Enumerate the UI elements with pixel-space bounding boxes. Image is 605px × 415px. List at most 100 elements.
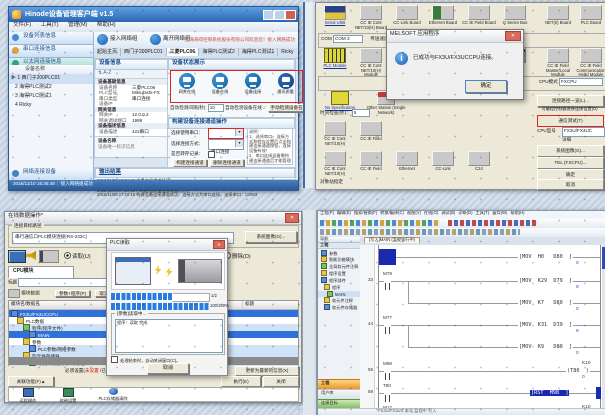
related-functions-button[interactable]: 关联功能(F)▲ xyxy=(8,376,54,387)
menu-help[interactable]: 帮助(H) xyxy=(97,22,116,28)
system-image-button[interactable]: 系统图像(G)... xyxy=(245,231,297,243)
menu-compile[interactable]: 转换/编译(C) xyxy=(380,211,404,215)
sidebar-group-devices[interactable]: 设备列表信息 xyxy=(9,32,93,45)
nav-item-program[interactable]: 程序 xyxy=(318,284,360,291)
coex-c24[interactable]: C24 xyxy=(462,151,496,172)
prop-row[interactable]: 设备描述422串口 xyxy=(95,129,168,135)
minimize-button[interactable] xyxy=(263,10,274,20)
plcif-ccie-cont-module[interactable]: CC IE Cont NET/10(H) Module xyxy=(354,48,388,78)
close-button[interactable]: 关闭 xyxy=(263,376,299,387)
nav-item-intelligent[interactable]: 智能功能模块 xyxy=(318,256,360,263)
contact-m77[interactable]: M77 xyxy=(384,322,391,340)
hinode-titlebar[interactable]: Hinode设备管理客户端 v1.5 xyxy=(9,7,298,22)
pcif-q-series-bus[interactable]: Q Series Bus xyxy=(498,5,532,26)
plc-memory-clear[interactable]: PLC存储器清除 xyxy=(93,388,133,402)
route-ccie-field[interactable]: CC IE Field xyxy=(354,121,388,142)
coex-cclink[interactable]: CC-Link xyxy=(426,151,460,172)
refresh-info-button[interactable]: 更新为最新的信息(X) xyxy=(235,366,299,376)
cancel-button[interactable]: 取消 xyxy=(147,363,189,374)
system-image-button[interactable]: 系统图像(G)... xyxy=(537,145,604,157)
join-network-button[interactable]: 接入网络组 xyxy=(110,36,138,43)
nav-item-comment[interactable]: 软元件注释 xyxy=(318,297,360,304)
dialog-ok-button[interactable]: 确定 xyxy=(465,80,507,93)
pcif-ccie-cont-board[interactable]: CC IE Cont NET/10(H) Board xyxy=(354,5,388,30)
close-icon[interactable]: ✕ xyxy=(285,213,299,223)
menu-edit[interactable]: 编辑(E) xyxy=(337,211,351,215)
read-status-list[interactable]: 程序：读取 完成 xyxy=(115,319,223,353)
build-channel-button[interactable]: 构建连接通道 xyxy=(173,159,207,167)
tab-cpu-module[interactable]: CPU模块 xyxy=(8,266,74,278)
menu-tool[interactable]: 工具(T) xyxy=(476,211,490,215)
pcif-serial-usb[interactable]: Serial USB xyxy=(318,5,352,26)
nav-item-global-comment[interactable]: 全局软元件注释 xyxy=(318,263,360,270)
maximize-button[interactable] xyxy=(274,10,285,20)
tab-mitsubishi-active[interactable]: 三菱PLC06 xyxy=(167,48,200,56)
leave-network-icon[interactable] xyxy=(150,34,161,45)
remote-operation[interactable]: 远程操作 xyxy=(13,388,43,404)
instruction-rst[interactable]: [RST M98 ] xyxy=(530,390,569,396)
menu-diagnostics[interactable]: 诊断(D) xyxy=(458,211,472,215)
dump-checkbox[interactable] xyxy=(208,151,215,158)
join-network-icon[interactable] xyxy=(97,34,108,45)
pcif-ethernet-board[interactable]: Ethernet Board xyxy=(426,5,460,26)
nav-tab-user-library[interactable]: 用户库 xyxy=(318,389,360,399)
menu-manage[interactable]: 管理(M) xyxy=(68,22,87,28)
ladder-editor[interactable]: [MOV H0 D80 ] 0 33 M79 [MOV K29 D79 ] 8 … xyxy=(360,245,605,409)
station-no-specification[interactable]: No Specification xyxy=(320,91,360,111)
instruction-mov-1[interactable]: [MOV H0 D80 ] xyxy=(518,254,573,260)
menu-window[interactable]: 窗口(W) xyxy=(492,211,507,215)
pcif-ccie-field-board[interactable]: CC IE Field Board xyxy=(462,5,496,26)
property-sort-icons[interactable]: ⇅ A-Z xyxy=(95,70,168,79)
contact-m79[interactable]: M79 xyxy=(384,278,391,296)
plc-read-titlebar[interactable]: PLC读取 ✕ xyxy=(107,239,227,251)
nav-item-pou[interactable]: 程序部件 xyxy=(318,277,360,284)
port-combobox[interactable]: COM3 ▾ xyxy=(208,128,244,139)
chevron-down-icon[interactable]: ▾ xyxy=(235,140,243,147)
melsoft-titlebar[interactable]: MELSOFT 应用程序 ✕ xyxy=(387,30,523,43)
plcif-ccie-field-head[interactable]: CC IE Field Communication Head Module xyxy=(574,48,605,78)
status-gateway-online[interactable]: 网关在线 xyxy=(171,73,203,95)
nav-item-main[interactable]: MAIN xyxy=(318,291,360,298)
tab-home[interactable]: 起始主页 xyxy=(94,48,121,56)
radio-read[interactable]: 读取(U) xyxy=(64,252,91,261)
cancel-button[interactable]: 取消 xyxy=(537,179,604,190)
nav-tab-project[interactable]: 工程 xyxy=(318,379,360,389)
close-button[interactable] xyxy=(285,10,296,20)
column-header[interactable]: 标题 xyxy=(243,301,298,309)
mode-combobox[interactable]: 串口连接 ▾ xyxy=(208,139,244,150)
nav-item-program-setting[interactable]: 程序设置 xyxy=(318,270,360,277)
coex-ccie-field[interactable]: CC IE Field xyxy=(354,151,388,172)
direct-connect-label[interactable]: 可编程控制器直接连接设置(D) xyxy=(537,107,602,112)
close-icon[interactable]: ✕ xyxy=(505,31,521,41)
pcif-plc-board[interactable]: PLC Board xyxy=(574,5,605,26)
menu-file[interactable]: 文件(F) xyxy=(13,22,31,28)
menu-project[interactable]: 工程(P) xyxy=(320,211,334,215)
close-icon[interactable]: ✕ xyxy=(213,240,225,249)
sidebar-group-serial[interactable]: 串口连接信息 xyxy=(9,45,93,58)
ladder-cursor[interactable] xyxy=(379,249,396,265)
status-device-connect[interactable]: 设备连接 xyxy=(237,73,269,95)
instruction-mov-3[interactable]: [MOV K7 D80 ] xyxy=(518,300,573,306)
tab-haide1[interactable]: 海得PLC测试1 xyxy=(239,48,279,56)
execute-button[interactable]: 执行(E) xyxy=(221,376,261,387)
instruction-mov-4[interactable]: [MOV K31 D79 ] xyxy=(518,322,573,328)
cpu-mode-field[interactable]: FXCPU xyxy=(559,78,603,86)
instruction-mov-2[interactable]: [MOV K29 D79 ] xyxy=(518,278,573,284)
menu-debug[interactable]: 调试(B) xyxy=(441,211,455,215)
plcif-ccie-field-master[interactable]: CC IE Field Master/Local Module xyxy=(541,48,575,78)
coex-ethernet[interactable]: Ethernet xyxy=(390,151,424,172)
online-data-titlebar[interactable]: 在线数据操作* ✕ xyxy=(5,212,301,225)
coil-t80[interactable]: (T80 ) xyxy=(566,368,590,374)
toolbar-icons[interactable] xyxy=(320,229,520,235)
coex-ccie-cont[interactable]: CC IE Cont NET/10(H) xyxy=(318,151,352,176)
communication-test-button[interactable]: 通信测试(T) xyxy=(537,115,604,127)
doc-tab-main[interactable]: [写入]MAIN (监视执行中) xyxy=(364,237,420,243)
menu-view[interactable]: 视图(V) xyxy=(407,211,421,215)
clock-setting[interactable]: 时钟设置 xyxy=(53,388,83,404)
com-port-field[interactable]: COM 3 xyxy=(333,35,363,43)
pcif-net2-board[interactable]: NET(II) Board xyxy=(541,5,575,26)
delete-channel-button[interactable]: 删除连接通道 xyxy=(210,159,244,167)
device-row-4[interactable]: 4 Ricky xyxy=(9,101,93,111)
instruction-mov-5[interactable]: [MOV K9 D80 ] xyxy=(518,344,573,350)
tab-ricky[interactable]: Ricky xyxy=(278,48,296,56)
